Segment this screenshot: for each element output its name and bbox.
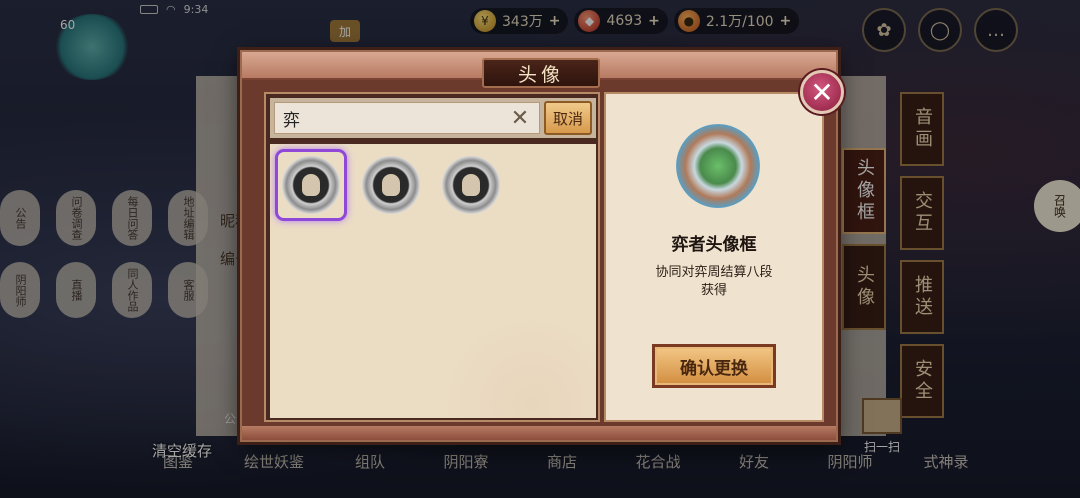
frame-list-pane: 弈 ✕ 取消: [264, 92, 600, 422]
frame-grid: [270, 144, 596, 418]
face-icon: [302, 174, 320, 196]
search-bar: 弈 ✕ 取消: [270, 98, 596, 138]
close-icon[interactable]: ✕: [800, 70, 844, 114]
frame-item-selected[interactable]: [275, 149, 347, 221]
face-icon: [462, 174, 480, 196]
frame-desc-line: 协同对弈周结算八段: [655, 265, 773, 280]
search-input[interactable]: 弈 ✕: [274, 102, 540, 134]
frame-desc-line: 获得: [700, 283, 727, 298]
confirm-change-button[interactable]: 确认更换: [652, 344, 776, 388]
search-value: 弈: [283, 110, 300, 131]
frame-item[interactable]: [436, 150, 506, 220]
clear-icon[interactable]: ✕: [509, 106, 531, 131]
face-icon: [382, 174, 400, 196]
frame-description: 协同对弈周结算八段 获得: [636, 264, 792, 300]
frame-item[interactable]: [356, 150, 426, 220]
avatar-modal: 头像 弈 ✕ 取消 弈者头像框 协同对弈周结算八段 获得 确认更换: [240, 50, 838, 442]
frame-name: 弈者头像框: [671, 235, 757, 255]
cancel-button[interactable]: 取消: [544, 101, 592, 135]
modal-footer-bar: [242, 426, 836, 440]
frame-detail-pane: 弈者头像框 协同对弈周结算八段 获得 确认更换: [604, 92, 824, 422]
modal-title: 头像: [482, 58, 600, 88]
frame-preview-icon: [676, 124, 760, 208]
